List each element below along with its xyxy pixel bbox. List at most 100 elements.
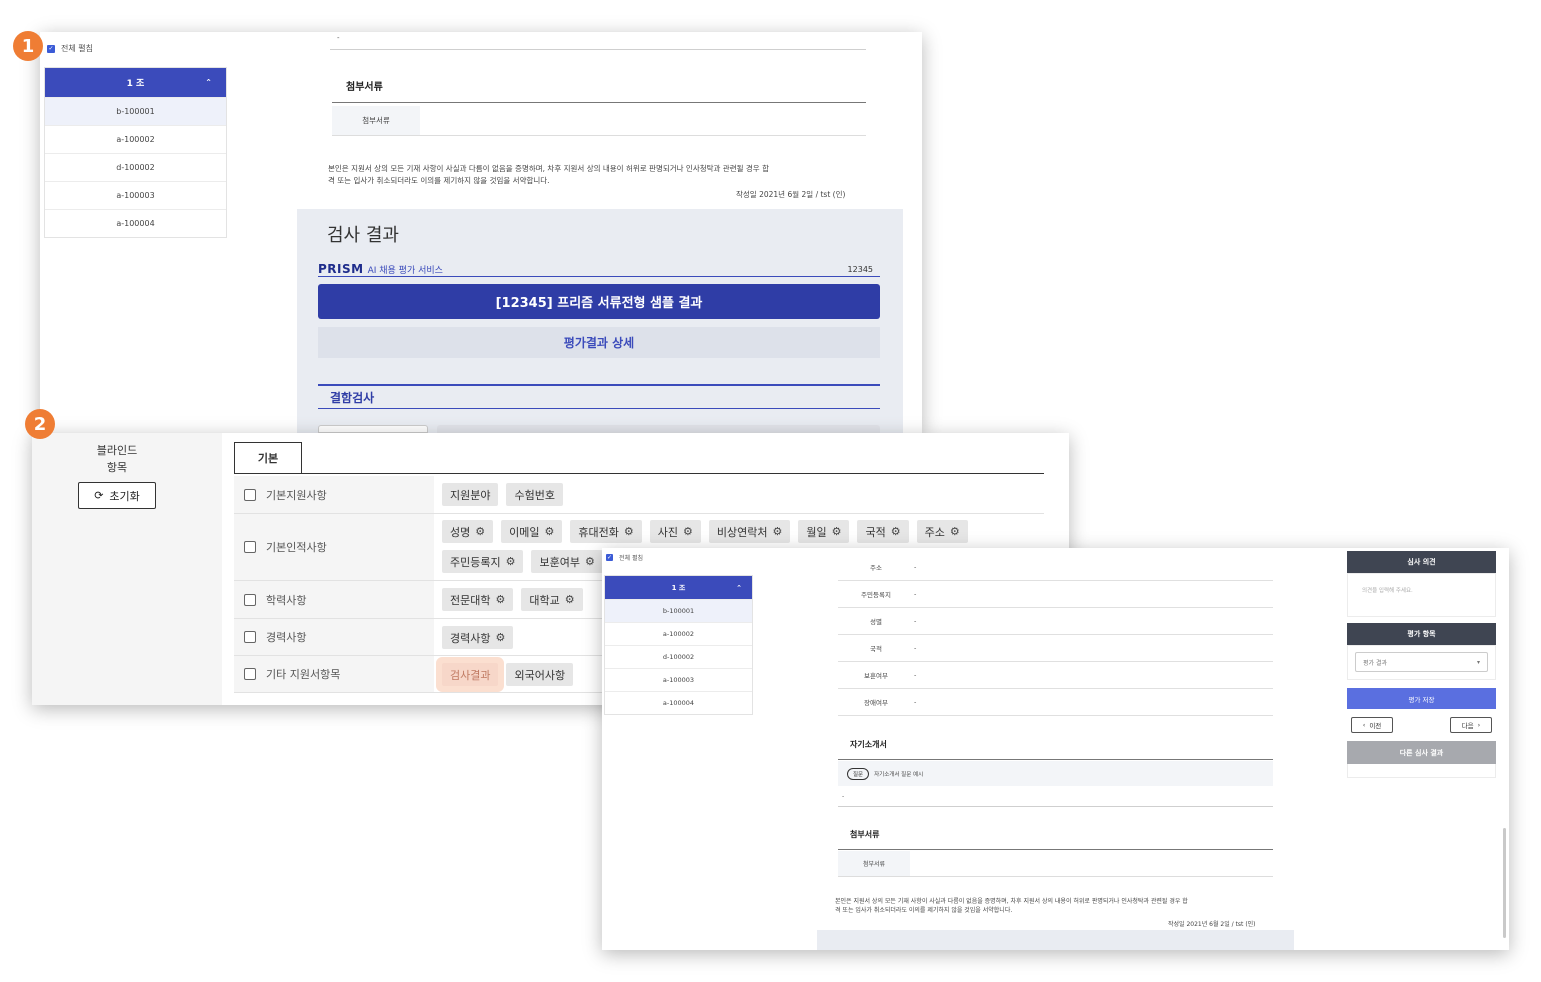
prev-label: 이전: [1369, 722, 1382, 730]
gear-icon[interactable]: ⚙: [565, 593, 575, 606]
gear-icon[interactable]: ⚙: [545, 525, 555, 538]
checkbox[interactable]: [244, 488, 256, 501]
chevron-up-icon[interactable]: ⌃: [205, 78, 212, 87]
chip-label: 월일: [806, 525, 827, 539]
chip[interactable]: 주소 ⚙: [916, 520, 968, 543]
expand-all-toggle[interactable]: ✓ 전체 펼침: [47, 43, 93, 54]
chevron-up-icon[interactable]: ⌃: [736, 584, 742, 592]
attachments-title: 첨부서류: [850, 830, 880, 839]
list-item[interactable]: a-100002: [45, 125, 226, 153]
gear-icon[interactable]: ⚙: [832, 525, 842, 538]
attachments-label: 첨부서류: [838, 851, 910, 876]
chip[interactable]: 사진 ⚙: [649, 520, 701, 543]
divider: [838, 849, 1273, 850]
pledge-text: 본인은 지원서 상의 모든 기재 사항이 사실과 다름이 없음을 증명하며, 차…: [328, 163, 868, 186]
chip-label: 지원분야: [450, 488, 491, 502]
expand-all-toggle[interactable]: ✓ 전체 펼침: [606, 553, 643, 562]
row-label[interactable]: 학력사항: [234, 581, 434, 618]
chip-label: 검사결과: [450, 668, 491, 682]
chip[interactable]: 비상연락처 ⚙: [708, 520, 791, 543]
row-label[interactable]: 기본인적사항: [234, 514, 434, 580]
list-item[interactable]: a-100004: [605, 691, 752, 714]
chip[interactable]: 외국어사항: [506, 663, 574, 686]
gear-icon[interactable]: ⚙: [495, 631, 505, 644]
field-label: 국적: [870, 645, 882, 653]
scrollbar[interactable]: [1503, 828, 1506, 938]
list-item[interactable]: b-100001: [45, 97, 226, 125]
checkbox[interactable]: [244, 631, 256, 643]
prev-button[interactable]: ‹ 이전: [1351, 717, 1393, 733]
row-label-text: 학력사항: [266, 593, 307, 607]
tab-basic[interactable]: 기본: [234, 442, 302, 473]
gear-icon[interactable]: ⚙: [950, 525, 960, 538]
chip[interactable]: 국적 ⚙: [857, 520, 909, 543]
expand-all-label: 전체 펼침: [619, 555, 643, 562]
chip[interactable]: 전문대학 ⚙: [442, 588, 514, 611]
eval-select[interactable]: 평가 결과 ▾: [1355, 652, 1488, 672]
group-header[interactable]: 1 조 ⌃: [45, 68, 226, 97]
result-title-button[interactable]: [12345] 프리즘 서류전형 샘플 결과: [318, 284, 880, 319]
gear-icon[interactable]: ⚙: [772, 525, 782, 538]
pledge-line: 본인은 지원서 상의 모든 기재 사항이 사실과 다름이 없음을 증명하며, 차…: [835, 898, 1188, 905]
field-row: 보훈여부 -: [838, 662, 1273, 689]
field-value: -: [914, 698, 917, 706]
pledge-line: 격 또는 입사가 취소되더라도 이의를 제기하지 않을 것임을 서약합니다.: [328, 175, 550, 185]
prism-logo: PRISM AI 채용 평가 서비스: [318, 262, 443, 276]
chip-label: 비상연락처: [716, 525, 768, 539]
save-evaluation-button[interactable]: 평가 저장: [1347, 688, 1496, 709]
list-item[interactable]: a-100004: [45, 209, 226, 237]
field-row: 국적 -: [838, 635, 1273, 662]
chip[interactable]: 수험번호: [506, 483, 563, 506]
chip[interactable]: 지원분야: [442, 483, 499, 506]
chip-highlighted[interactable]: 검사결과: [442, 663, 499, 686]
chip[interactable]: 주민등록지 ⚙: [442, 550, 524, 573]
chip[interactable]: 월일 ⚙: [798, 520, 850, 543]
gear-icon[interactable]: ⚙: [891, 525, 901, 538]
chip-label: 수험번호: [514, 488, 555, 502]
list-item[interactable]: a-100002: [605, 622, 752, 645]
field-value: -: [914, 590, 917, 598]
chip[interactable]: 성명 ⚙: [442, 520, 494, 543]
gear-icon[interactable]: ⚙: [624, 525, 634, 538]
blind-title: 블라인드 항목: [32, 443, 202, 476]
list-item[interactable]: d-100002: [605, 645, 752, 668]
gear-icon[interactable]: ⚙: [495, 593, 505, 606]
field-value: -: [914, 563, 917, 571]
chip[interactable]: 경력사항 ⚙: [442, 626, 514, 649]
checkbox[interactable]: [244, 593, 256, 606]
result-detail-button[interactable]: 평가결과 상세: [318, 327, 880, 358]
opinion-input[interactable]: 의견을 입력해 주세요.: [1347, 573, 1496, 617]
review-panel: ✓ 전체 펼침 1 조 ⌃ b-100001 a-100002 d-100002…: [602, 548, 1509, 950]
gear-icon[interactable]: ⚙: [683, 525, 693, 538]
list-item[interactable]: d-100002: [45, 153, 226, 181]
gear-icon[interactable]: ⚙: [585, 555, 595, 568]
next-button[interactable]: 다음 ›: [1450, 717, 1492, 733]
field-value: -: [914, 617, 917, 625]
reset-button[interactable]: ⟳ 초기화: [78, 482, 156, 509]
gear-icon[interactable]: ⚙: [475, 525, 485, 538]
list-item[interactable]: b-100001: [605, 599, 752, 622]
row-label[interactable]: 경력사항: [234, 619, 434, 655]
attachments-label: 첨부서류: [332, 106, 420, 135]
expand-all-label: 전체 펼침: [61, 44, 93, 53]
chip[interactable]: 보훈여부 ⚙: [531, 550, 603, 573]
field-label: 주소: [870, 564, 882, 572]
list-item[interactable]: a-100003: [45, 181, 226, 209]
checkbox-checked-icon[interactable]: ✓: [47, 44, 55, 53]
group-header[interactable]: 1 조 ⌃: [605, 576, 752, 599]
row-label[interactable]: 기타 지원서항목: [234, 656, 434, 692]
gear-icon[interactable]: ⚙: [506, 555, 516, 568]
chip[interactable]: 휴대전화 ⚙: [570, 520, 642, 543]
other-results-button[interactable]: 다른 심사 결과: [1347, 741, 1496, 764]
checkbox-checked-icon[interactable]: ✓: [606, 554, 613, 561]
list-item[interactable]: a-100003: [605, 668, 752, 691]
checkbox[interactable]: [244, 541, 256, 553]
chip-label: 휴대전화: [578, 525, 619, 539]
chip[interactable]: 대학교 ⚙: [521, 588, 583, 611]
divider: [838, 759, 1273, 760]
row-label[interactable]: 기본지원사항: [234, 476, 434, 513]
eval-select-value: 평가 결과: [1363, 659, 1387, 667]
chip[interactable]: 이메일 ⚙: [501, 520, 563, 543]
field-row: 장애여부 -: [838, 689, 1273, 716]
checkbox[interactable]: [244, 668, 256, 680]
